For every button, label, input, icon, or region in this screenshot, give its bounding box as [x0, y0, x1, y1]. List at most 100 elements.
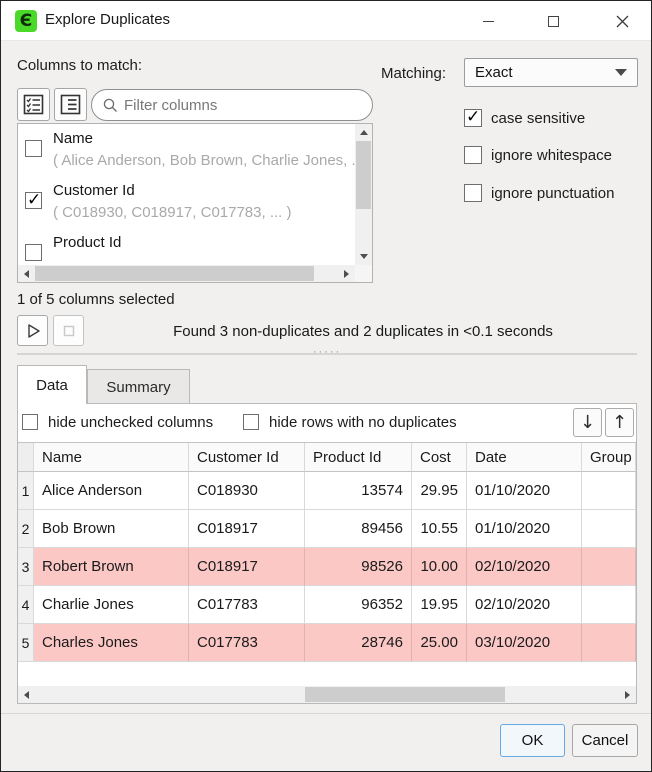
maximize-button[interactable]: [530, 1, 576, 41]
ignore-whitespace-option[interactable]: ignore whitespace: [464, 146, 612, 164]
cell-customer-id[interactable]: C017783: [189, 586, 305, 624]
cell-date[interactable]: 02/10/2020: [467, 586, 582, 624]
next-duplicate-button[interactable]: ↓: [573, 408, 602, 437]
ignore-punctuation-checkbox[interactable]: [464, 184, 482, 202]
row-number[interactable]: 2: [18, 510, 34, 548]
filter-columns-input[interactable]: [124, 97, 344, 114]
matching-label: Matching:: [381, 65, 446, 82]
horizontal-scroll-thumb[interactable]: [305, 687, 505, 702]
columns-list: Name ( Alice Anderson, Bob Brown, Charli…: [17, 123, 373, 283]
column-item-product-id[interactable]: Product Id: [18, 228, 355, 265]
columns-list-vertical-scrollbar[interactable]: [355, 124, 372, 265]
cell-cost[interactable]: 19.95: [412, 586, 467, 624]
cell-group[interactable]: [582, 510, 636, 548]
corner-header-cell[interactable]: [18, 443, 34, 472]
chevron-down-icon: [615, 69, 627, 76]
arrow-down-icon: ↓: [580, 414, 595, 432]
close-icon: [616, 15, 629, 28]
stop-button[interactable]: [53, 315, 84, 346]
cell-date[interactable]: 03/10/2020: [467, 624, 582, 662]
column-item-name[interactable]: Name ( Alice Anderson, Bob Brown, Charli…: [18, 124, 355, 176]
header-cost[interactable]: Cost: [412, 443, 467, 472]
column-checkbox-customer-id[interactable]: [25, 192, 42, 209]
arrow-up-icon: ↑: [612, 414, 627, 432]
scroll-right-arrow[interactable]: [619, 686, 636, 703]
cancel-button[interactable]: Cancel: [572, 724, 638, 757]
header-group[interactable]: Group: [582, 443, 636, 472]
ok-button[interactable]: OK: [500, 724, 565, 757]
header-date[interactable]: Date: [467, 443, 582, 472]
scroll-left-arrow[interactable]: [18, 265, 35, 282]
cell-product-id[interactable]: 13574: [305, 472, 412, 510]
hide-rows-no-duplicates-checkbox[interactable]: [243, 414, 259, 430]
case-sensitive-checkbox[interactable]: [464, 109, 482, 127]
table-horizontal-scrollbar[interactable]: [18, 686, 636, 703]
hide-unchecked-columns-checkbox[interactable]: [22, 414, 38, 430]
cell-customer-id[interactable]: C018917: [189, 548, 305, 586]
cell-group[interactable]: [582, 586, 636, 624]
cell-name[interactable]: Alice Anderson: [34, 472, 189, 510]
tab-data[interactable]: Data: [17, 365, 87, 404]
data-tab-pane: hide unchecked columns hide rows with no…: [17, 403, 637, 704]
cell-cost[interactable]: 25.00: [412, 624, 467, 662]
minimize-button[interactable]: [465, 1, 511, 41]
tab-summary[interactable]: Summary: [87, 369, 190, 404]
cell-product-id[interactable]: 98526: [305, 548, 412, 586]
vertical-scroll-thumb[interactable]: [356, 141, 371, 209]
cell-group[interactable]: [582, 472, 636, 510]
cell-customer-id[interactable]: C018930: [189, 472, 305, 510]
cell-date[interactable]: 02/10/2020: [467, 548, 582, 586]
header-customer-id[interactable]: Customer Id: [189, 443, 305, 472]
cell-name[interactable]: Charles Jones: [34, 624, 189, 662]
cell-customer-id[interactable]: C017783: [189, 624, 305, 662]
cell-group[interactable]: [582, 548, 636, 586]
cell-cost[interactable]: 10.00: [412, 548, 467, 586]
window-title: Explore Duplicates: [45, 11, 170, 28]
row-number[interactable]: 3: [18, 548, 34, 586]
cell-name[interactable]: Charlie Jones: [34, 586, 189, 624]
ignore-whitespace-checkbox[interactable]: [464, 146, 482, 164]
table-row-duplicate: 5 Charles Jones C017783 28746 25.00 03/1…: [18, 624, 636, 662]
case-sensitive-option[interactable]: case sensitive: [464, 109, 585, 127]
cell-date[interactable]: 01/10/2020: [467, 510, 582, 548]
horizontal-scroll-thumb[interactable]: [35, 266, 314, 281]
cell-product-id[interactable]: 28746: [305, 624, 412, 662]
cell-product-id[interactable]: 89456: [305, 510, 412, 548]
cell-customer-id[interactable]: C018917: [189, 510, 305, 548]
uncheck-all-columns-button[interactable]: [54, 88, 87, 121]
cell-cost[interactable]: 29.95: [412, 472, 467, 510]
matching-dropdown[interactable]: Exact: [464, 58, 638, 87]
table-row: 2 Bob Brown C018917 89456 10.55 01/10/20…: [18, 510, 636, 548]
scroll-up-arrow[interactable]: [355, 124, 372, 141]
column-checkbox-name[interactable]: [25, 140, 42, 157]
cell-cost[interactable]: 10.55: [412, 510, 467, 548]
table-header-row: Name Customer Id Product Id Cost Date Gr…: [18, 442, 636, 472]
columns-list-horizontal-scrollbar[interactable]: [18, 265, 355, 282]
check-all-icon: [23, 94, 44, 115]
header-product-id[interactable]: Product Id: [305, 443, 412, 472]
close-button[interactable]: [599, 1, 645, 41]
explore-duplicates-dialog: Є Explore Duplicates Columns to match:: [0, 0, 652, 772]
ignore-punctuation-label: ignore punctuation: [491, 185, 614, 202]
cell-date[interactable]: 01/10/2020: [467, 472, 582, 510]
column-sample: ( C018930, C018917, C017783, ... ): [53, 202, 292, 224]
previous-duplicate-button[interactable]: ↑: [605, 408, 634, 437]
scroll-left-arrow[interactable]: [18, 686, 35, 703]
splitter-handle[interactable]: ·····: [17, 353, 637, 356]
column-checkbox-product-id[interactable]: [25, 244, 42, 261]
column-item-customer-id[interactable]: Customer Id ( C018930, C018917, C017783,…: [18, 176, 355, 228]
hide-unchecked-columns-label: hide unchecked columns: [48, 414, 213, 431]
cell-product-id[interactable]: 96352: [305, 586, 412, 624]
cell-name[interactable]: Robert Brown: [34, 548, 189, 586]
row-number[interactable]: 1: [18, 472, 34, 510]
cell-group[interactable]: [582, 624, 636, 662]
scroll-right-arrow[interactable]: [338, 265, 355, 282]
scroll-down-arrow[interactable]: [355, 248, 372, 265]
ignore-punctuation-option[interactable]: ignore punctuation: [464, 184, 614, 202]
row-number[interactable]: 5: [18, 624, 34, 662]
run-button[interactable]: [17, 315, 48, 346]
header-name[interactable]: Name: [34, 443, 189, 472]
check-all-columns-button[interactable]: [17, 88, 50, 121]
row-number[interactable]: 4: [18, 586, 34, 624]
cell-name[interactable]: Bob Brown: [34, 510, 189, 548]
